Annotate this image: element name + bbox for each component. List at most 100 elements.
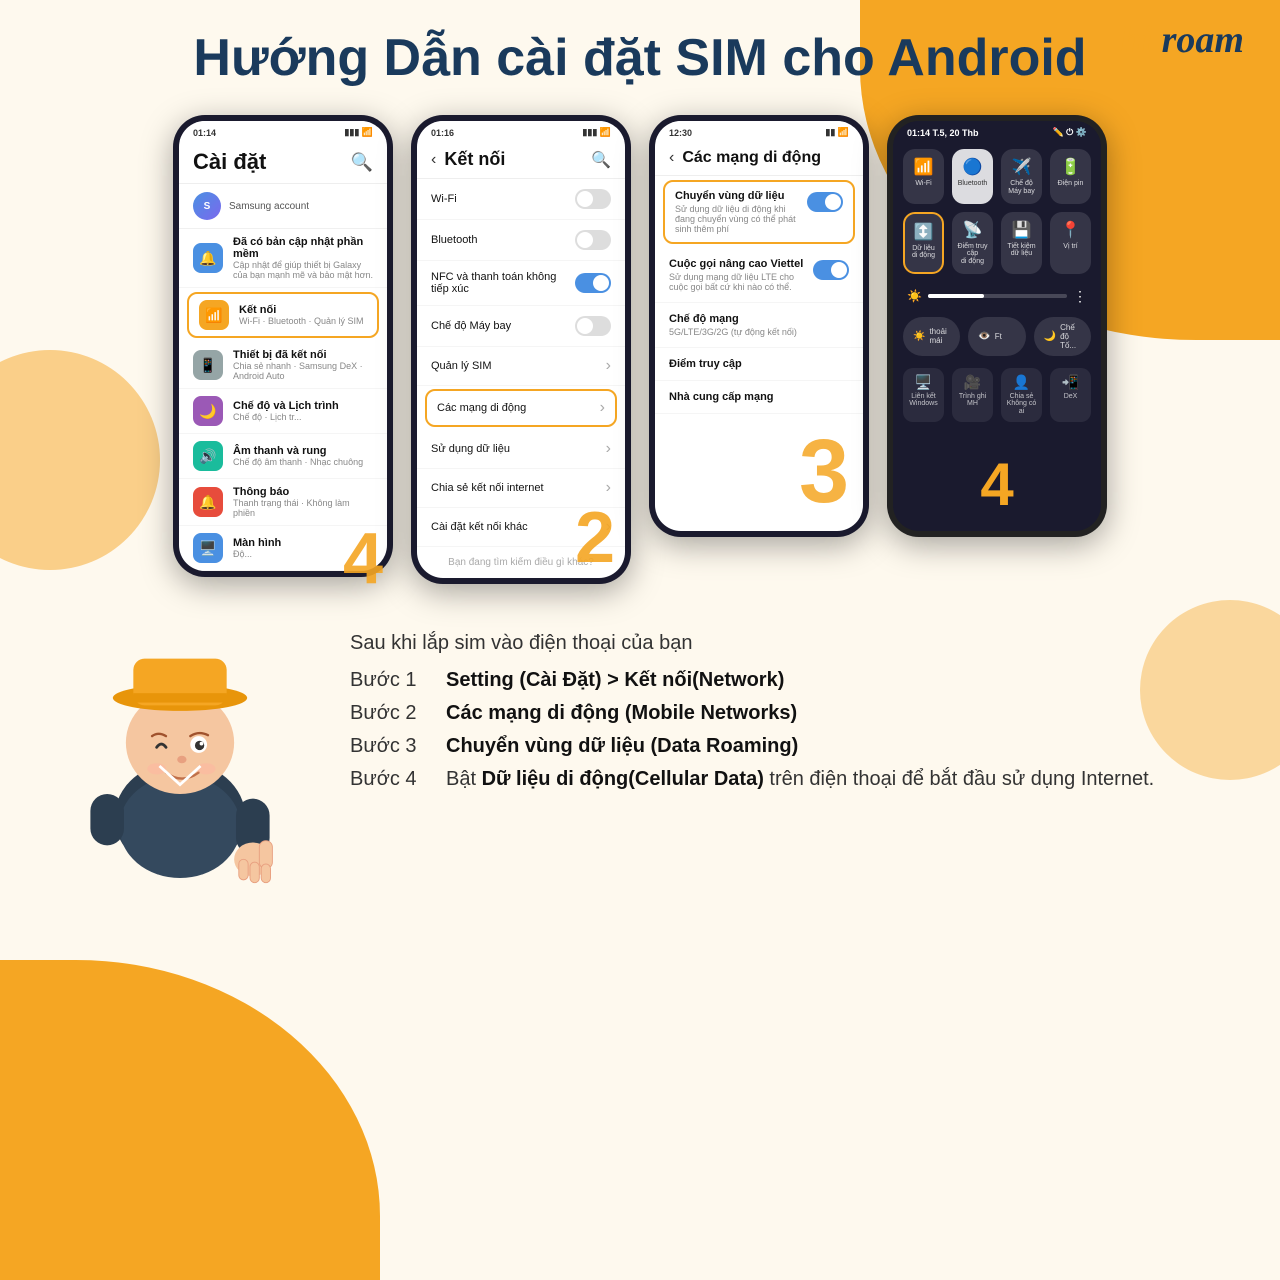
phone1-screen: 01:14 ▮▮▮ 📶 Cài đặt 🔍 S Samsung account … <box>179 121 387 571</box>
qs-tile-battery[interactable]: 🔋 Điện pin <box>1050 149 1091 203</box>
qs-bottom-recorder[interactable]: 🎥 Trình ghiMH <box>952 368 993 422</box>
qs-tile-airplane[interactable]: ✈️ Chế độMáy bay <box>1001 149 1042 203</box>
nfc-toggle[interactable] <box>575 273 611 293</box>
settings-item-mode[interactable]: 🌙 Chế độ và Lịch trình Chế độ · Lịch tr.… <box>179 389 387 434</box>
phone3-status-bar: 12:30 ▮▮ 📶 <box>655 121 863 141</box>
mobile-networks-arrow: › <box>600 399 605 417</box>
content-wrapper: hi roam Hướng Dẫn cài đặt SIM cho Androi… <box>0 0 1280 1280</box>
phone1-header: Cài đặt 🔍 <box>179 141 387 184</box>
qs-tile-wifi[interactable]: 📶 Wi-Fi <box>903 149 944 203</box>
phone3-back-arrow[interactable]: ‹ <box>669 149 674 167</box>
step3-desc: Chuyển vùng dữ liệu (Data Roaming) <box>446 735 798 758</box>
brightness-fill <box>928 294 984 298</box>
qs-toggles-row: ☀️ thoải mái 👁️ Ft 🌙 Chế độ Tố... <box>893 311 1101 362</box>
phone1-time: 01:14 <box>193 128 216 138</box>
phone2-search-icon[interactable]: 🔍 <box>591 150 611 170</box>
data-usage-arrow: › <box>606 440 611 458</box>
network-mode[interactable]: Chế độ mạng 5G/LTE/3G/2G (tự động kết nố… <box>655 303 863 348</box>
qs-tile-location[interactable]: 📍 Vị trí <box>1050 212 1091 274</box>
step2-desc: Các mạng di động (Mobile Networks) <box>446 702 797 725</box>
phone1-screen-title: Cài đặt <box>193 149 266 175</box>
phone3-screen-title: Các mạng di động <box>682 149 821 167</box>
airplane-qs-icon: ✈️ <box>1012 157 1032 177</box>
phone4-time: 01:14 T.5, 20 Thb <box>907 128 979 138</box>
roaming-toggle[interactable] <box>807 192 843 212</box>
network-roaming[interactable]: Chuyển vùng dữ liệu Sử dụng dữ liệu di đ… <box>663 180 855 244</box>
settings-item-ketnoi[interactable]: 📶 Kết nối Wi-Fi · Bluetooth · Quản lý SI… <box>187 292 379 338</box>
step-row-2: Bước 2 Các mạng di động (Mobile Networks… <box>350 702 1240 725</box>
more-options-icon[interactable]: ⋮ <box>1073 288 1087 305</box>
ketnoi-icon: 📶 <box>199 300 229 330</box>
network-provider[interactable]: Nhà cung cấp mạng <box>655 381 863 414</box>
settings-item-update[interactable]: 🔔 Đã có bản cập nhật phần mềm Cập nhật đ… <box>179 229 387 288</box>
qs-tile-hotspot[interactable]: 📡 Điểm truy cậpdi động <box>952 212 993 274</box>
save-qs-icon: 💾 <box>1012 220 1032 240</box>
mascot-area <box>40 612 320 892</box>
qs-toggle-normal[interactable]: ☀️ thoải mái <box>903 317 960 356</box>
qs-tile-save[interactable]: 💾 Tiết kiệmdữ liệu <box>1001 212 1042 274</box>
phone1-step-number: 4 <box>343 523 383 595</box>
mode-text: Chế độ và Lịch trình Chế độ · Lịch tr... <box>233 400 373 422</box>
qs-grid-row1: 📶 Wi-Fi 🔵 Bluetooth ✈️ Chế độMáy bay 🔋 Đ… <box>893 141 1101 211</box>
location-qs-icon: 📍 <box>1061 220 1081 240</box>
bluetooth-toggle[interactable] <box>575 230 611 250</box>
phone3-step-number: 3 <box>799 427 849 517</box>
account-text: Samsung account <box>229 201 309 212</box>
update-text: Đã có bản cập nhật phần mềm Cập nhật để … <box>233 236 373 280</box>
menu-data-usage[interactable]: Sử dụng dữ liệu › <box>417 430 625 469</box>
phone1-search-icon[interactable]: 🔍 <box>351 152 373 173</box>
network-apn[interactable]: Điểm truy cập <box>655 348 863 381</box>
phone2-header: ‹ Kết nối 🔍 <box>417 141 625 179</box>
phone2-mockup: 01:16 ▮▮▮ 📶 ‹ Kết nối 🔍 Wi-Fi Bluetooth <box>411 115 631 584</box>
menu-sim[interactable]: Quản lý SIM › <box>417 347 625 386</box>
menu-airplane[interactable]: Chế độ Máy bay <box>417 306 625 347</box>
qs-bottom-share[interactable]: 👤 Chia sẻKhông có ai <box>1001 368 1042 422</box>
network-volte[interactable]: Cuộc gọi nâng cao Viettel Sử dụng mạng d… <box>655 248 863 303</box>
settings-item-sound[interactable]: 🔊 Âm thanh và rung Chế độ âm thanh · Nhạ… <box>179 434 387 479</box>
menu-wifi[interactable]: Wi-Fi <box>417 179 625 220</box>
menu-nfc[interactable]: NFC và thanh toán không tiếp xúc <box>417 261 625 306</box>
volte-toggle[interactable] <box>813 260 849 280</box>
wifi-toggle[interactable] <box>575 189 611 209</box>
instruction-section: Sau khi lắp sim vào điện thoại của bạn B… <box>0 594 1280 902</box>
qs-bottom-dex[interactable]: 📲 DeX <box>1050 368 1091 422</box>
logo-hi: hi <box>1120 19 1152 61</box>
update-icon: 🔔 <box>193 243 223 273</box>
sound-icon: 🔊 <box>193 441 223 471</box>
qs-toggle-eye[interactable]: 👁️ Ft <box>968 317 1025 356</box>
battery-qs-icon: 🔋 <box>1061 157 1081 177</box>
data-qs-icon: ↕️ <box>914 222 934 242</box>
step-row-3: Bước 3 Chuyển vùng dữ liệu (Data Roaming… <box>350 735 1240 758</box>
sound-text: Âm thanh và rung Chế độ âm thanh · Nhạc … <box>233 445 373 467</box>
intro-text: Sau khi lắp sim vào điện thoại của bạn <box>350 632 1240 655</box>
logo-roam: roam <box>1162 19 1244 61</box>
brightness-icon[interactable]: ☀️ <box>907 289 922 303</box>
phone4-step-number: 4 <box>980 450 1013 519</box>
samsung-account-row: S Samsung account <box>179 184 387 229</box>
step-row-1: Bước 1 Setting (Cài Đặt) > Kết nối(Netwo… <box>350 669 1240 692</box>
phone2-back-arrow[interactable]: ‹ <box>431 151 436 169</box>
brightness-bar[interactable] <box>928 294 1067 298</box>
step-row-4: Bước 4 Bật Dữ liệu di động(Cellular Data… <box>350 768 1240 791</box>
phone3-mockup: 12:30 ▮▮ 📶 ‹ Các mạng di động Chuyển vùn… <box>649 115 869 537</box>
qs-bottom-windows[interactable]: 🖥️ Liên kếtWindows <box>903 368 944 422</box>
qs-tile-data[interactable]: ↕️ Dữ liệudi động <box>903 212 944 274</box>
qs-tile-bluetooth[interactable]: 🔵 Bluetooth <box>952 149 993 203</box>
logo-text: hi roam <box>1120 19 1244 61</box>
phone2-time: 01:16 <box>431 128 454 138</box>
hotspot-arrow: › <box>606 479 611 497</box>
bluetooth-qs-icon: 🔵 <box>963 157 983 177</box>
account-avatar: S <box>193 192 221 220</box>
menu-mobile-networks[interactable]: Các mạng di động › <box>425 389 617 427</box>
phone4-mockup: 01:14 T.5, 20 Thb ✏️ ⏻ ⚙️ 📶 Wi-Fi 🔵 Blue… <box>887 115 1107 537</box>
settings-item-devices[interactable]: 📱 Thiết bị đã kết nối Chia sẻ nhanh · Sa… <box>179 342 387 389</box>
phone2-icons: ▮▮▮ 📶 <box>582 127 611 138</box>
airplane-toggle[interactable] <box>575 316 611 336</box>
phone4-status-bar: 01:14 T.5, 20 Thb ✏️ ⏻ ⚙️ <box>893 121 1101 141</box>
menu-bluetooth[interactable]: Bluetooth <box>417 220 625 261</box>
notif-text: Thông báo Thanh trạng thái · Không làm p… <box>233 486 373 518</box>
qs-toggle-mode[interactable]: 🌙 Chế độ Tố... <box>1034 317 1091 356</box>
phone2-screen-title: Kết nối <box>444 149 583 170</box>
notif-icon: 🔔 <box>193 487 223 517</box>
phone2-step-number: 2 <box>575 502 615 574</box>
